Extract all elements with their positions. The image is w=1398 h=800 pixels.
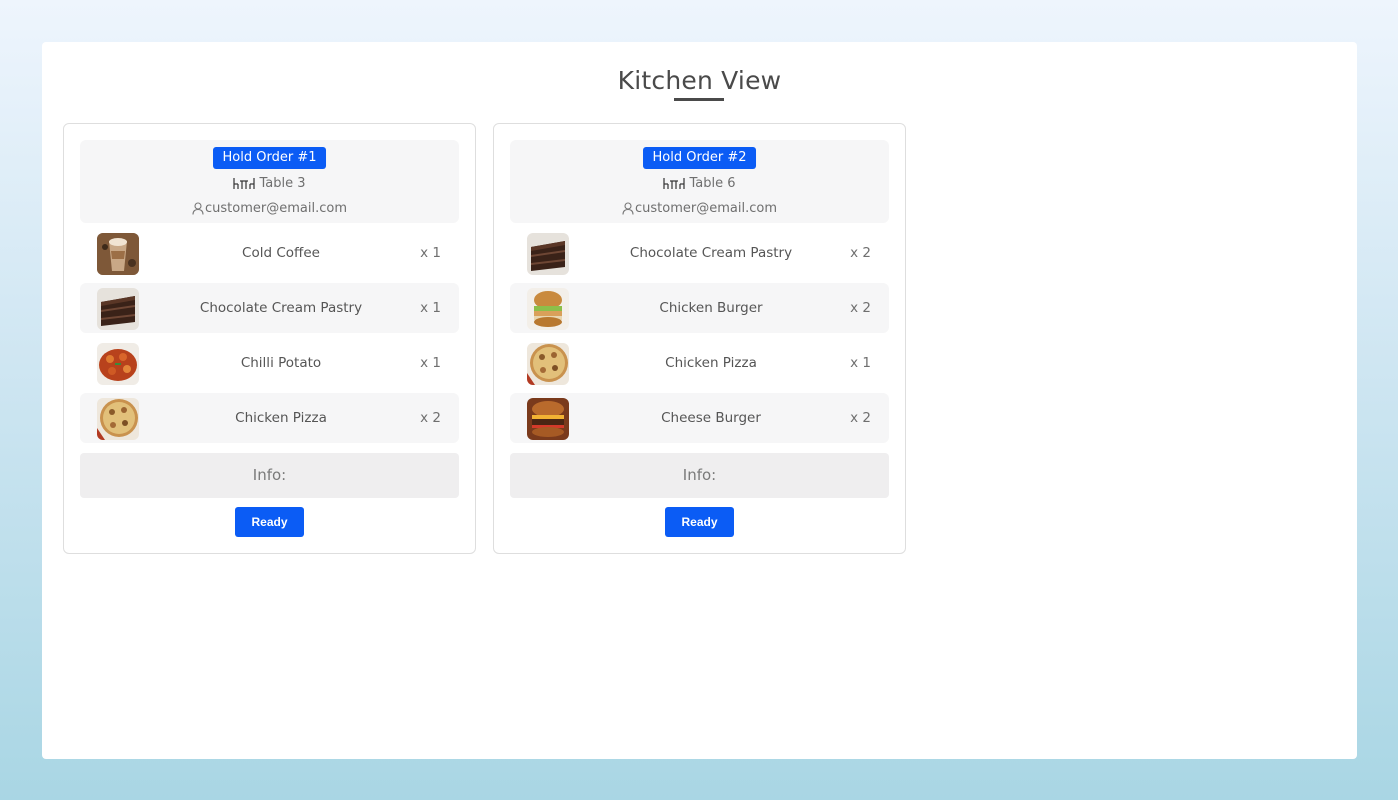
user-icon [622, 201, 634, 215]
ready-button[interactable]: Ready [235, 507, 304, 537]
title-underline [674, 98, 724, 101]
dining-table-icon [233, 177, 256, 190]
table-info: Table 3 [80, 174, 459, 192]
list-item: Chicken Burger x 2 [510, 283, 889, 333]
table-label: Table 3 [259, 175, 306, 191]
order-items: Chocolate Cream Pastry x 2 Chicken Burge… [510, 228, 889, 448]
item-quantity: x 1 [420, 245, 441, 261]
hold-order-badge[interactable]: Hold Order #2 [642, 147, 757, 169]
list-item: Chocolate Cream Pastry x 2 [510, 228, 889, 278]
user-icon [192, 201, 204, 215]
item-quantity: x 2 [420, 410, 441, 426]
item-quantity: x 2 [850, 245, 871, 261]
order-header: Hold Order #2 Table 6 customer@email.com [510, 140, 889, 223]
customer-email: customer@email.com [635, 200, 777, 216]
item-quantity: x 2 [850, 410, 871, 426]
item-quantity: x 1 [420, 355, 441, 371]
order-items: Cold Coffee x 1 Chocolate Cream Pastry x… [80, 228, 459, 448]
list-item: Chicken Pizza x 1 [510, 338, 889, 388]
item-quantity: x 2 [850, 300, 871, 316]
list-item: Chilli Potato x 1 [80, 338, 459, 388]
order-header: Hold Order #1 Table 3 customer@email.com [80, 140, 459, 223]
table-info: Table 6 [510, 174, 889, 192]
order-info-field[interactable]: Info: [510, 453, 889, 498]
page-title: Kitchen View [617, 66, 782, 95]
list-item: Cheese Burger x 2 [510, 393, 889, 443]
customer-info: customer@email.com [80, 199, 459, 217]
order-card: Hold Order #2 Table 6 customer@email.com… [493, 123, 906, 554]
order-card: Hold Order #1 Table 3 customer@email.com… [63, 123, 476, 554]
item-quantity: x 1 [420, 300, 441, 316]
list-item: Chicken Pizza x 2 [80, 393, 459, 443]
customer-email: customer@email.com [205, 200, 347, 216]
order-info-field[interactable]: Info: [80, 453, 459, 498]
hold-order-badge[interactable]: Hold Order #1 [212, 147, 327, 169]
ready-button[interactable]: Ready [665, 507, 734, 537]
kitchen-panel: Kitchen View Hold Order #1 Table 3 custo… [42, 42, 1357, 759]
dining-table-icon [663, 177, 686, 190]
customer-info: customer@email.com [510, 199, 889, 217]
item-quantity: x 1 [850, 355, 871, 371]
list-item: Chocolate Cream Pastry x 1 [80, 283, 459, 333]
table-label: Table 6 [689, 175, 736, 191]
list-item: Cold Coffee x 1 [80, 228, 459, 278]
